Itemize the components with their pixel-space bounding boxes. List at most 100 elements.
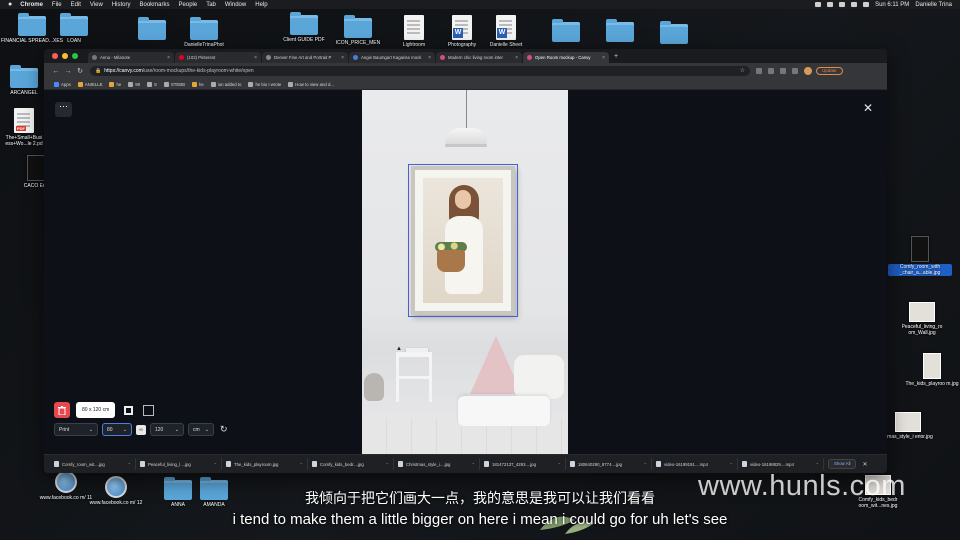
download-item[interactable]: Comfy_room_wit....jpg ⌃ bbox=[50, 458, 136, 470]
menu-window[interactable]: Window bbox=[225, 2, 246, 8]
menu-chrome[interactable]: Chrome bbox=[20, 2, 43, 8]
reload-icon[interactable]: ↻ bbox=[74, 67, 86, 75]
puzzle-icon[interactable] bbox=[792, 68, 798, 74]
apple-icon[interactable]: ● bbox=[8, 1, 12, 8]
desktop-icon-folder[interactable] bbox=[642, 21, 706, 44]
bookmark-item[interactable]: S bbox=[147, 81, 157, 87]
chevron-up-icon[interactable]: ⌃ bbox=[730, 462, 733, 467]
tab-open-room-mockup[interactable]: Open Room mockup - Canvy × bbox=[523, 52, 609, 63]
address-bar[interactable]: 🔒 https://canvy.com /use/room-mockups/th… bbox=[90, 66, 750, 76]
bookmark-star-icon[interactable]: ☆ bbox=[740, 67, 745, 74]
new-tab-button[interactable]: + bbox=[614, 53, 618, 60]
download-item[interactable]: video-16198829....mp4 ⌃ bbox=[738, 458, 824, 470]
download-item[interactable]: Peaceful_living_l....jpg ⌃ bbox=[136, 458, 222, 470]
aspect-lock-toggle[interactable]: ∞ bbox=[136, 424, 146, 435]
menu-history[interactable]: History bbox=[112, 2, 131, 8]
download-item[interactable]: Comfy_kids_bedr....jpg ⌃ bbox=[308, 458, 394, 470]
chevron-up-icon[interactable]: ⌃ bbox=[472, 462, 475, 467]
bookmark-item[interactable]: he bbox=[192, 81, 204, 87]
menu-clock[interactable]: Sun 6:11 PM bbox=[875, 2, 909, 8]
tab-modern-chic[interactable]: Modern chic living room inter × bbox=[436, 52, 522, 63]
folder-icon bbox=[344, 15, 372, 38]
menu-bar: ● Chrome File Edit View History Bookmark… bbox=[0, 0, 960, 9]
close-tab-icon[interactable]: × bbox=[167, 55, 170, 61]
chevron-up-icon[interactable]: ⌃ bbox=[214, 462, 217, 467]
menu-bookmarks[interactable]: Bookmarks bbox=[140, 2, 170, 8]
chevron-up-icon[interactable]: ⌃ bbox=[644, 462, 647, 467]
tab-denver-fine-art[interactable]: Denver Fine Art and Portrait P × bbox=[262, 52, 348, 63]
bookmark-item[interactable]: ion added to bbox=[210, 81, 241, 87]
close-viewer-icon[interactable]: ✕ bbox=[863, 102, 873, 114]
bookmark-item[interactable]: STEBB bbox=[163, 81, 185, 87]
download-item[interactable]: video-16199191....mp4 ⌃ bbox=[652, 458, 738, 470]
bookmark-apps[interactable]: Apps bbox=[54, 81, 71, 87]
tab-milanote[interactable]: Anna - Milanote × bbox=[88, 52, 174, 63]
chevron-up-icon[interactable]: ⌃ bbox=[558, 462, 561, 467]
forward-icon[interactable]: → bbox=[62, 68, 74, 75]
status-icon[interactable] bbox=[839, 2, 846, 7]
status-icon[interactable] bbox=[815, 2, 822, 7]
chevron-up-icon[interactable]: ⌃ bbox=[386, 462, 389, 467]
menu-people[interactable]: People bbox=[179, 2, 198, 8]
menu-user[interactable]: Danielle Trina bbox=[915, 2, 952, 8]
close-downloads-icon[interactable]: ✕ bbox=[862, 461, 867, 468]
url-path: /use/room-mockups/the-kids-playroom-whit… bbox=[142, 68, 254, 74]
extension-icon[interactable] bbox=[756, 68, 762, 74]
status-icon[interactable] bbox=[827, 2, 834, 7]
bookmark-item[interactable]: he bbox=[109, 81, 121, 87]
frame-style-wide-button[interactable] bbox=[141, 403, 155, 417]
battery-icon[interactable] bbox=[863, 2, 870, 7]
extension-icon[interactable] bbox=[780, 68, 786, 74]
chevron-up-icon[interactable]: ⌃ bbox=[300, 462, 303, 467]
download-item[interactable]: 181472137_4293....jpg ⌃ bbox=[480, 458, 566, 470]
desktop-icon-danielle-sheet[interactable]: Danielle Sheet bbox=[474, 15, 538, 48]
width-input[interactable]: 80 ⌄ bbox=[102, 423, 132, 436]
chevron-up-icon[interactable]: ⌃ bbox=[128, 462, 131, 467]
close-tab-icon[interactable]: × bbox=[428, 55, 431, 61]
bookmarks-bar: Apps ANIELLE he 99 S STEBB he ion added … bbox=[44, 79, 887, 90]
download-item[interactable]: 180640290_8774....jpg ⌃ bbox=[566, 458, 652, 470]
desktop-icon-loan[interactable]: LOAN bbox=[42, 13, 106, 44]
tab-pinterest[interactable]: (102) Pinterest × bbox=[175, 52, 261, 63]
unit-select[interactable]: cm ⌄ bbox=[188, 423, 214, 436]
download-item[interactable]: Christmas_style_i....jpg ⌃ bbox=[394, 458, 480, 470]
bookmark-item[interactable]: 99 bbox=[128, 81, 140, 87]
update-button[interactable]: Update bbox=[816, 67, 843, 75]
menu-help[interactable]: Help bbox=[255, 2, 267, 8]
close-tab-icon[interactable]: × bbox=[341, 55, 344, 61]
profile-avatar[interactable] bbox=[804, 67, 812, 75]
menu-tab[interactable]: Tab bbox=[206, 2, 216, 8]
desktop-icon-kids-playroom[interactable]: The_kids_playroo m.jpg bbox=[900, 353, 960, 387]
desktop-icon-danielle[interactable]: DanielleTrinaPhot bbox=[172, 17, 236, 48]
frame-style-thin-button[interactable] bbox=[121, 403, 135, 417]
bookmark-item[interactable]: he bio I wrote bbox=[248, 81, 281, 87]
minimize-window-icon[interactable] bbox=[62, 53, 68, 59]
close-tab-icon[interactable]: × bbox=[515, 55, 518, 61]
size-badge[interactable]: 80 x 120 cm bbox=[76, 402, 116, 418]
tab-angie-baumgart[interactable]: Angie Baumgart Kagarise mock × bbox=[349, 52, 435, 63]
more-options-button[interactable]: ⋯ bbox=[55, 102, 72, 117]
download-item[interactable]: The_kids_playroom.jpg ⌃ bbox=[222, 458, 308, 470]
menu-file[interactable]: File bbox=[52, 2, 62, 8]
desktop-icon-peaceful-living[interactable]: Peaceful_living_ro om_Wall.jpg bbox=[890, 302, 954, 336]
chevron-up-icon[interactable]: ⌃ bbox=[816, 462, 819, 467]
menu-view[interactable]: View bbox=[90, 2, 103, 8]
height-input[interactable]: 120 ⌄ bbox=[150, 423, 184, 436]
close-tab-icon[interactable]: × bbox=[602, 55, 605, 61]
extension-icon[interactable] bbox=[768, 68, 774, 74]
close-window-icon[interactable] bbox=[52, 53, 58, 59]
reset-icon[interactable]: ↻ bbox=[220, 424, 228, 435]
wifi-icon[interactable] bbox=[851, 2, 858, 7]
show-all-downloads-button[interactable]: Show All bbox=[828, 459, 857, 469]
close-tab-icon[interactable]: × bbox=[254, 55, 257, 61]
bookmark-item[interactable]: How to view and d... bbox=[288, 81, 334, 87]
frame-selection-outline[interactable] bbox=[408, 164, 518, 317]
desktop-icon-icon-price[interactable]: ICON_PRICE_MEN bbox=[326, 15, 390, 46]
menu-edit[interactable]: Edit bbox=[71, 2, 81, 8]
delete-button[interactable] bbox=[54, 402, 70, 418]
zoom-window-icon[interactable] bbox=[72, 53, 78, 59]
back-icon[interactable]: ← bbox=[50, 68, 62, 75]
bookmark-item[interactable]: ANIELLE bbox=[77, 81, 102, 87]
desktop-icon-comfy-room[interactable]: Comfy_room_with _chair_a...able.jpg bbox=[888, 236, 952, 276]
print-type-select[interactable]: Print ⌄ bbox=[54, 423, 98, 436]
